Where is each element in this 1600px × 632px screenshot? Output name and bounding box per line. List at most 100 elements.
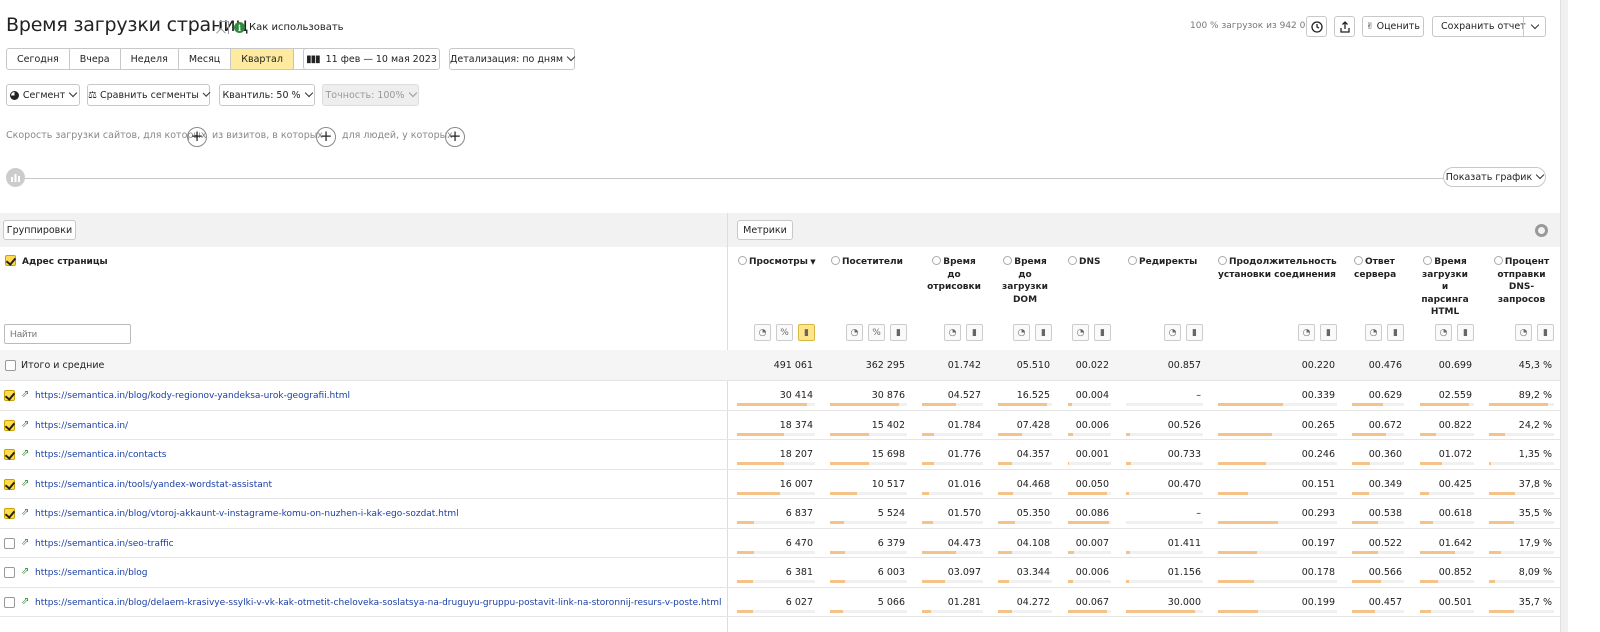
page-url-link[interactable]: https://semantica.in/seo-traffic bbox=[35, 539, 174, 549]
pie-chart-icon[interactable]: ◔ bbox=[1164, 324, 1181, 341]
add-condition-visits-button[interactable]: + bbox=[316, 127, 336, 147]
percent-icon[interactable]: % bbox=[776, 324, 793, 341]
metric-cell: 30 414 bbox=[779, 390, 813, 401]
detail-dropdown[interactable]: Детализация: по дням bbox=[449, 48, 576, 70]
column-header-6[interactable]: Редиректы bbox=[1128, 256, 1206, 269]
column-header-5[interactable]: DNS bbox=[1068, 256, 1113, 269]
metric-bar-fill bbox=[1126, 491, 1130, 495]
external-link-icon[interactable]: ⇗ bbox=[21, 566, 29, 577]
external-link-icon[interactable]: ⇗ bbox=[21, 478, 29, 489]
row-checkbox[interactable] bbox=[4, 390, 15, 401]
help-icon[interactable] bbox=[831, 256, 840, 265]
external-link-icon[interactable]: ⇗ bbox=[21, 596, 29, 607]
gear-icon[interactable] bbox=[1535, 224, 1548, 237]
pie-chart-icon[interactable]: ◔ bbox=[1298, 324, 1315, 341]
pie-chart-icon[interactable]: ◔ bbox=[846, 324, 863, 341]
history-button[interactable] bbox=[1306, 16, 1327, 37]
pie-chart-icon[interactable]: ◔ bbox=[1515, 324, 1532, 341]
page-url-link[interactable]: https://semantica.in/blog bbox=[35, 568, 148, 578]
pie-chart-icon[interactable]: ◔ bbox=[1365, 324, 1382, 341]
pie-chart-icon[interactable]: ◔ bbox=[754, 324, 771, 341]
bar-chart-icon[interactable]: ▮ bbox=[890, 324, 907, 341]
pie-chart-icon[interactable]: ◔ bbox=[944, 324, 961, 341]
quantile-dropdown[interactable]: Квантиль: 50 % bbox=[219, 84, 315, 106]
groupings-button[interactable]: Группировки bbox=[3, 220, 76, 240]
bar-chart-icon[interactable]: ▮ bbox=[1094, 324, 1111, 341]
period-today[interactable]: Сегодня bbox=[7, 49, 70, 69]
help-icon[interactable] bbox=[1218, 256, 1227, 265]
search-input[interactable] bbox=[4, 324, 131, 344]
column-header-7[interactable]: Продолжительность установки соединения bbox=[1218, 256, 1338, 281]
export-button[interactable] bbox=[1334, 16, 1355, 37]
period-month[interactable]: Месяц bbox=[179, 49, 232, 69]
column-header-4[interactable]: Время до загрузки DOM bbox=[1000, 256, 1050, 306]
metrics-button[interactable]: Метрики bbox=[737, 220, 793, 240]
row-checkbox[interactable] bbox=[4, 537, 15, 549]
date-range-button[interactable]: ▮▮▮ 11 фев — 10 мая 2023 bbox=[303, 48, 440, 70]
pie-chart-icon[interactable]: ◔ bbox=[1013, 324, 1030, 341]
page-url-link[interactable]: https://semantica.in/contacts bbox=[35, 450, 166, 460]
scrollbar[interactable] bbox=[1560, 0, 1568, 632]
column-header-8[interactable]: Ответ сервера bbox=[1354, 256, 1404, 281]
sort-desc-icon[interactable]: ▼ bbox=[808, 258, 815, 266]
percent-icon[interactable]: % bbox=[868, 324, 885, 341]
bar-chart-icon[interactable]: ▮ bbox=[798, 324, 815, 341]
page-url-link[interactable]: https://semantica.in/blog/kody-regionov-… bbox=[35, 391, 350, 401]
period-quarter[interactable]: Квартал bbox=[231, 49, 294, 69]
bar-chart-icon[interactable]: ▮ bbox=[1320, 324, 1337, 341]
compare-segments-button[interactable]: ⚖ Сравнить сегменты bbox=[87, 84, 211, 106]
bar-chart-icon[interactable]: ▮ bbox=[1186, 324, 1203, 341]
bar-chart-icon[interactable]: ▮ bbox=[1387, 324, 1404, 341]
period-yesterday[interactable]: Вчера bbox=[70, 49, 121, 69]
column-header-2[interactable]: Посетители bbox=[831, 256, 911, 269]
help-icon[interactable] bbox=[1493, 256, 1503, 265]
row-checkbox[interactable] bbox=[4, 449, 15, 460]
help-icon[interactable] bbox=[1354, 256, 1363, 265]
external-link-icon[interactable]: ⇗ bbox=[21, 507, 29, 518]
row-checkbox[interactable] bbox=[4, 596, 15, 608]
show-graph-button[interactable]: Показать график bbox=[1443, 167, 1546, 187]
column-header-1[interactable]: Просмотры ▼ bbox=[738, 256, 818, 269]
page-url-link[interactable]: https://semantica.in/blog/vtoroj-akkaunt… bbox=[35, 509, 459, 519]
select-all-checkbox[interactable] bbox=[5, 255, 16, 266]
column-header-10[interactable]: Процент отправки DNS-запросов bbox=[1489, 256, 1554, 306]
add-condition-people-button[interactable]: + bbox=[445, 127, 465, 147]
totals-checkbox[interactable] bbox=[5, 360, 16, 371]
help-icon[interactable] bbox=[932, 256, 942, 265]
bar-chart-icon[interactable]: ▮ bbox=[1537, 324, 1554, 341]
save-report-button[interactable]: Сохранить отчет bbox=[1432, 16, 1546, 37]
external-link-icon[interactable]: ⇗ bbox=[21, 389, 29, 400]
row-checkbox[interactable] bbox=[4, 478, 15, 490]
chart-icon[interactable] bbox=[6, 168, 25, 187]
save-dropdown-toggle[interactable] bbox=[1523, 17, 1545, 36]
help-icon[interactable] bbox=[738, 256, 747, 265]
pie-chart-icon[interactable]: ◔ bbox=[1435, 324, 1452, 341]
external-link-icon[interactable]: ⇗ bbox=[21, 537, 29, 548]
row-checkbox[interactable] bbox=[4, 419, 15, 431]
column-header-9[interactable]: Время загрузки и парсинга HTML bbox=[1420, 256, 1470, 319]
row-checkbox[interactable] bbox=[4, 567, 15, 578]
metric-cell: 00.360 bbox=[1368, 449, 1402, 460]
page-url-link[interactable]: https://semantica.in/tools/yandex-wordst… bbox=[35, 480, 272, 490]
help-icon[interactable] bbox=[1423, 256, 1433, 265]
bar-chart-icon[interactable]: ▮ bbox=[1457, 324, 1474, 341]
how-to-use-link[interactable]: i Как использовать bbox=[234, 22, 344, 33]
bar-chart-icon[interactable]: ▮ bbox=[1035, 324, 1052, 341]
page-url-link[interactable]: https://semantica.in/ bbox=[35, 421, 128, 431]
accuracy-dropdown[interactable]: Точность: 100% bbox=[322, 84, 419, 106]
help-icon[interactable] bbox=[1068, 256, 1077, 265]
help-icon[interactable] bbox=[1128, 256, 1137, 265]
period-week[interactable]: Неделя bbox=[121, 49, 179, 69]
page-url-link[interactable]: https://semantica.in/blog/delaem-krasivy… bbox=[35, 598, 721, 608]
bar-chart-icon[interactable]: ▮ bbox=[966, 324, 983, 341]
rate-button[interactable]: ✌ Оценить bbox=[1362, 16, 1424, 37]
external-link-icon[interactable]: ⇗ bbox=[21, 419, 29, 430]
pie-chart-icon[interactable]: ◔ bbox=[1072, 324, 1089, 341]
row-checkbox[interactable] bbox=[4, 508, 15, 519]
help-icon[interactable] bbox=[1003, 256, 1013, 265]
segment-button[interactable]: Сегмент bbox=[6, 84, 80, 106]
column-header-3[interactable]: Время до отрисовки bbox=[924, 256, 984, 294]
external-link-icon[interactable]: ⇗ bbox=[21, 448, 29, 459]
add-condition-sites-button[interactable]: + bbox=[187, 127, 207, 147]
bookmark-icon[interactable] bbox=[219, 21, 229, 34]
